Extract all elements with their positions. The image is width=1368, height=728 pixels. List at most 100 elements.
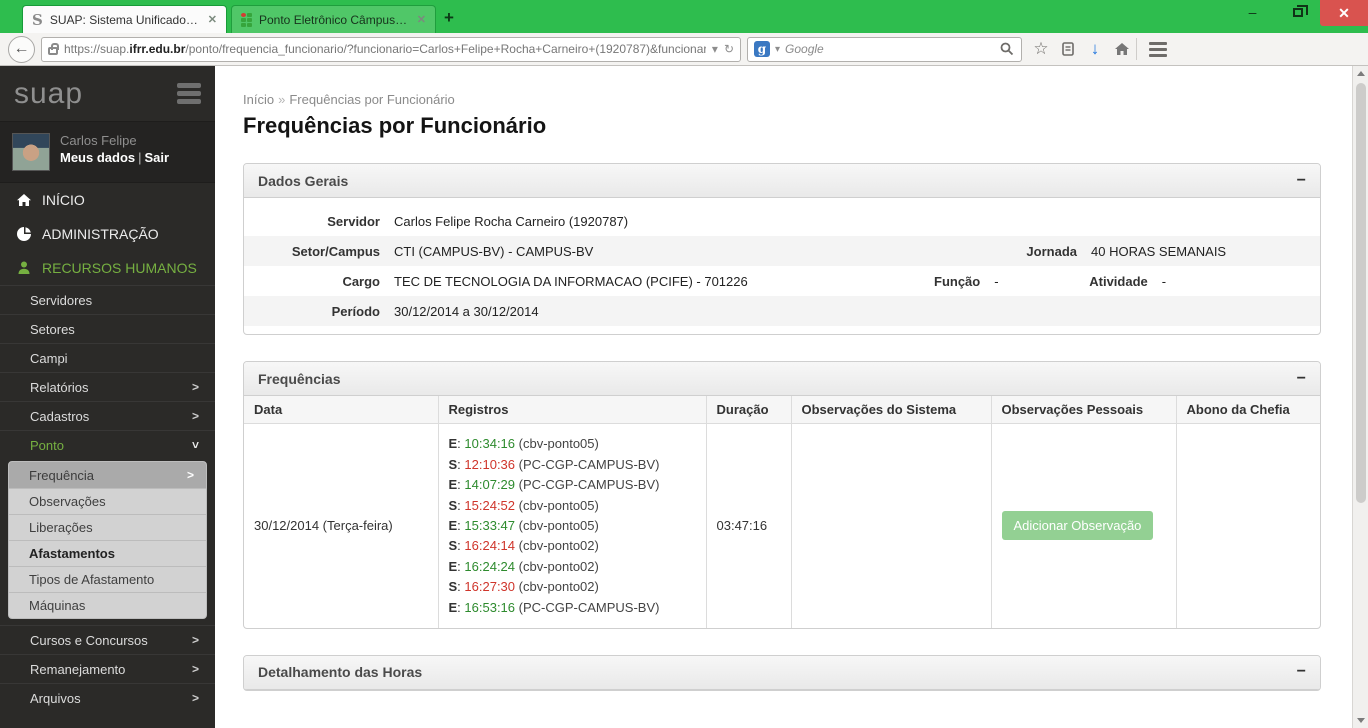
col-header-obs-sistema: Observações do Sistema — [791, 396, 991, 424]
sidebar: suap Carlos Felipe Meus dados|Sair INÍCI… — [0, 66, 215, 728]
cell-data: 30/12/2014 (Terça-feira) — [244, 424, 438, 628]
search-input[interactable]: g ▾ Google — [747, 37, 1022, 62]
tab-title: SUAP: Sistema Unificado de A... — [50, 13, 201, 27]
sidebar-menu-icon[interactable] — [177, 83, 201, 104]
submenu-item-afastamentos[interactable]: Afastamentos — [9, 540, 206, 566]
chevron-right-icon: > — [192, 662, 199, 676]
panel-title: Frequências — [258, 371, 340, 387]
user-name: Carlos Felipe — [60, 133, 169, 148]
collapse-icon[interactable]: − — [1297, 664, 1306, 680]
chevron-right-icon: > — [192, 409, 199, 423]
field-servidor: Servidor Carlos Felipe Rocha Carneiro (1… — [244, 206, 1320, 236]
sidebar-item-recursos-humanos[interactable]: RECURSOS HUMANOS — [0, 251, 215, 285]
submenu-item-observacoes[interactable]: Observações — [9, 488, 206, 514]
downloads-icon[interactable]: ↓ — [1082, 39, 1108, 59]
adicionar-observacao-button[interactable]: Adicionar Observação — [1002, 511, 1154, 540]
tab-suap[interactable]: S SUAP: Sistema Unificado de A... ✕ — [22, 5, 227, 33]
avatar — [12, 133, 50, 171]
registro-line: E: 10:34:16 (cbv-ponto05) — [449, 436, 696, 452]
col-header-duracao: Duração — [706, 396, 791, 424]
sidebar-item-remanejamento[interactable]: Remanejamento> — [0, 654, 215, 683]
tab-title: Ponto Eletrônico Câmpus Boa ... — [259, 13, 410, 27]
cell-registros: E: 10:34:16 (cbv-ponto05) S: 12:10:36 (P… — [438, 424, 706, 628]
breadcrumb-current: Frequências por Funcionário — [289, 92, 454, 107]
breadcrumb-home-link[interactable]: Início — [243, 92, 274, 107]
chevron-right-icon: > — [192, 380, 199, 394]
close-button[interactable]: ✕ — [1320, 0, 1368, 26]
sidebar-item-administracao[interactable]: ADMINISTRAÇÃO — [0, 217, 215, 251]
back-button[interactable]: ← — [8, 36, 35, 63]
scroll-up-icon[interactable] — [1357, 71, 1365, 76]
ifrr-favicon-icon — [241, 13, 252, 27]
col-header-registros: Registros — [438, 396, 706, 424]
cell-abono — [1176, 424, 1320, 628]
pie-chart-icon — [16, 226, 32, 242]
submenu-item-maquinas[interactable]: Máquinas — [9, 592, 206, 618]
col-header-obs-pessoais: Observações Pessoais — [991, 396, 1176, 424]
sidebar-item-servidores[interactable]: Servidores — [0, 285, 215, 314]
detalhamento-panel: Detalhamento das Horas − — [243, 655, 1321, 691]
tab-close-icon[interactable]: ✕ — [417, 13, 426, 26]
restore-button[interactable] — [1275, 0, 1320, 24]
field-setor-campus: Setor/Campus CTI (CAMPUS-BV) - CAMPUS-BV… — [244, 236, 1320, 266]
sidebar-item-campi[interactable]: Campi — [0, 343, 215, 372]
registro-line: S: 16:27:30 (cbv-ponto02) — [449, 579, 696, 595]
browser-toolbar: ← https://suap.ifrr.edu.br/ponto/frequen… — [0, 33, 1368, 66]
sidebar-item-cursos-e-concursos[interactable]: Cursos e Concursos> — [0, 625, 215, 654]
breadcrumb: Início»Frequências por Funcionário — [243, 92, 1321, 107]
tab-strip: S SUAP: Sistema Unificado de A... ✕ Pont… — [0, 0, 454, 33]
chevron-right-icon: > — [192, 633, 199, 647]
window-titlebar: S SUAP: Sistema Unificado de A... ✕ Pont… — [0, 0, 1368, 33]
registro-line: E: 15:33:47 (cbv-ponto05) — [449, 518, 696, 534]
suap-logo[interactable]: suap — [14, 77, 83, 111]
home-icon — [16, 192, 32, 208]
lock-icon — [48, 47, 58, 55]
panel-title: Detalhamento das Horas — [258, 664, 422, 680]
sidebar-item-inicio[interactable]: INÍCIO — [0, 183, 215, 217]
url-text: https://suap.ifrr.edu.br/ponto/frequenci… — [64, 42, 706, 56]
submenu-item-frequencia[interactable]: Frequência> — [9, 462, 206, 488]
url-bar[interactable]: https://suap.ifrr.edu.br/ponto/frequenci… — [41, 37, 741, 62]
toolbar-separator — [1136, 38, 1137, 60]
sidebar-item-setores[interactable]: Setores — [0, 314, 215, 343]
new-tab-button[interactable]: + — [444, 8, 454, 28]
menu-icon[interactable] — [1143, 38, 1173, 61]
frequencias-table: Data Registros Duração Observações do Si… — [244, 396, 1320, 628]
submenu-item-tipos-de-afastamento[interactable]: Tipos de Afastamento — [9, 566, 206, 592]
bookmark-star-icon[interactable]: ☆ — [1028, 39, 1054, 59]
table-header-row: Data Registros Duração Observações do Si… — [244, 396, 1320, 424]
scrollbar-thumb[interactable] — [1356, 83, 1366, 503]
chevron-right-icon: > — [192, 691, 199, 705]
person-icon — [16, 260, 32, 276]
registro-line: S: 15:24:52 (cbv-ponto05) — [449, 498, 696, 514]
collapse-icon[interactable]: − — [1297, 371, 1306, 387]
scroll-down-icon[interactable] — [1357, 718, 1365, 723]
meus-dados-link[interactable]: Meus dados — [60, 150, 135, 165]
reload-icon[interactable]: ↻ — [724, 42, 734, 56]
window-controls: – ✕ — [1230, 0, 1368, 33]
sair-link[interactable]: Sair — [145, 150, 170, 165]
sidebar-item-arquivos[interactable]: Arquivos> — [0, 683, 215, 712]
registros-list: E: 10:34:16 (cbv-ponto05) S: 12:10:36 (P… — [449, 436, 696, 615]
sidebar-item-ponto[interactable]: Ponto> — [0, 430, 215, 459]
tab-close-icon[interactable]: ✕ — [208, 13, 217, 26]
col-header-data: Data — [244, 396, 438, 424]
vertical-scrollbar[interactable] — [1352, 66, 1368, 728]
frequencias-panel: Frequências − Data Registros Duração Obs… — [243, 361, 1321, 629]
panel-title: Dados Gerais — [258, 173, 348, 189]
url-dropdown-icon[interactable]: ▾ — [712, 42, 718, 56]
minimize-button[interactable]: – — [1230, 0, 1275, 24]
search-engine-dropdown-icon[interactable]: ▾ — [775, 44, 780, 55]
tab-ponto-eletronico[interactable]: Ponto Eletrônico Câmpus Boa ... ✕ — [231, 5, 436, 33]
chevron-down-icon: > — [188, 441, 202, 448]
home-icon[interactable] — [1114, 41, 1130, 57]
search-placeholder: Google — [785, 42, 994, 56]
collapse-icon[interactable]: − — [1297, 173, 1306, 189]
field-cargo: Cargo TEC DE TECNOLOGIA DA INFORMACAO (P… — [244, 266, 1320, 296]
search-icon[interactable] — [999, 41, 1015, 57]
bookmarks-panel-icon[interactable] — [1060, 41, 1076, 57]
submenu-item-liberacoes[interactable]: Liberações — [9, 514, 206, 540]
sidebar-item-relatorios[interactable]: Relatórios> — [0, 372, 215, 401]
cell-obs-sistema — [791, 424, 991, 628]
sidebar-item-cadastros[interactable]: Cadastros> — [0, 401, 215, 430]
